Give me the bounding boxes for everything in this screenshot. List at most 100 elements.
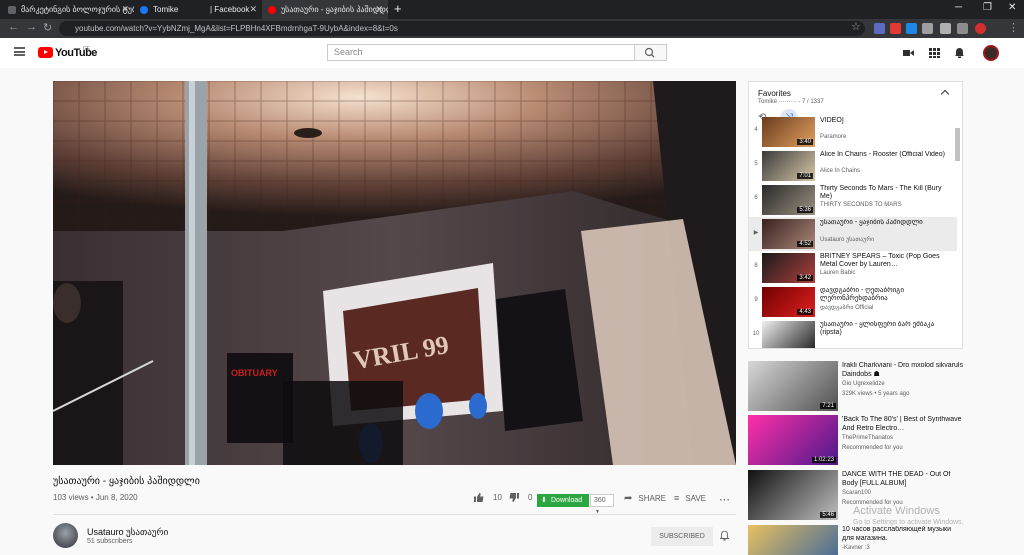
dislike-count: 0 — [528, 493, 533, 502]
playlist-item-title[interactable]: Alice In Chains - Rooster (Official Vide… — [820, 151, 954, 159]
recommendation-channel[interactable]: ThePrimeThanatos — [842, 435, 893, 441]
playlist-item-index: 10 — [752, 331, 760, 337]
playlist-title[interactable]: Favorites — [758, 89, 791, 98]
search-placeholder: Search — [334, 47, 363, 57]
search-input[interactable]: Search — [327, 44, 635, 61]
playlist-item-title[interactable]: BRITNEY SPEARS – Toxic (Pop Goes Metal C… — [820, 253, 954, 269]
forward-icon[interactable]: → — [26, 21, 37, 33]
channel-avatar[interactable] — [53, 523, 78, 548]
playlist-item-thumbnail[interactable]: 3:42 — [762, 253, 815, 283]
menu-dots-icon[interactable]: ⋮ — [1008, 21, 1019, 34]
tab-label: მარკეტინგის ბოლოჯურის ტურ… — [21, 5, 134, 14]
tab-favicon-icon — [8, 5, 16, 14]
playlist-item-channel: Paramore — [820, 134, 847, 140]
recommendation-meta: 329K views • 5 years ago — [842, 391, 910, 397]
recommendation-thumbnail[interactable]: 5:46 — [748, 470, 838, 520]
extension-icon[interactable] — [890, 23, 901, 34]
close-tab-icon[interactable]: ✕ — [121, 4, 129, 15]
recommendation-title[interactable]: DANCE WITH THE DEAD - Out Of Body [FULL … — [842, 471, 964, 488]
maximize-icon[interactable]: ❐ — [983, 2, 992, 13]
browser-tab-1[interactable]: მარკეტინგის ბოლოჯურის ტურ… ✕ — [2, 0, 134, 19]
playlist-item-thumbnail[interactable]: 7:01 — [762, 151, 815, 181]
recommendation-channel[interactable]: -Kavner :3 — [842, 545, 870, 551]
browser-tab-active[interactable]: უსათაური - ყაჯიბის პაშიდდლი ✕ — [262, 0, 388, 19]
playlist-item-thumbnail[interactable]: 5:36 — [762, 185, 815, 215]
collapse-chevron-icon[interactable] — [940, 89, 950, 99]
dislike-button[interactable]: 0 — [509, 493, 532, 502]
playlist-item[interactable]: 9 4:43 დავდგაბრი - ღეთაბრიგი ლერონპრეხდაბრ… — [749, 285, 957, 319]
profile-icon[interactable] — [975, 23, 986, 34]
download-icon: ⬇ — [541, 497, 547, 504]
more-actions-button[interactable]: ⋯ — [719, 493, 730, 506]
address-bar[interactable]: youtube.com/watch?v=YybNZmj_MgA&list=FLP… — [59, 21, 865, 36]
playlist-item-thumbnail[interactable]: 4:52 — [762, 219, 815, 249]
extension-icon[interactable] — [906, 23, 917, 34]
playlist-item-duration: 7:01 — [797, 173, 813, 179]
recommendation-channel[interactable]: Gio Ugrexelidze — [842, 381, 885, 387]
extension-icon[interactable] — [922, 23, 933, 34]
download-button[interactable]: ⬇ Download — [537, 494, 589, 507]
close-tab-icon[interactable]: ✕ — [375, 4, 383, 15]
extension-icon[interactable] — [940, 23, 951, 34]
save-button[interactable]: ≡ SAVE — [674, 493, 706, 503]
playlist-item[interactable]: 5 7:01 Alice In Chains - Rooster (Official… — [749, 149, 957, 183]
apps-grid-icon[interactable] — [929, 48, 940, 58]
recommendation-card[interactable]: 1:02:23 'Back To The 80's' | Best of Synt… — [748, 415, 968, 465]
recommendation-duration: 7:21 — [820, 403, 836, 409]
playlist-item[interactable]: 6 5:36 Thirty Seconds To Mars - The Kill (… — [749, 183, 957, 217]
recommendation-title[interactable]: 10 часов расслабляющей музыки для магази… — [842, 526, 964, 543]
channel-bell-icon[interactable] — [720, 531, 729, 541]
playlist-item-channel: THIRTY SECONDS TO MARS — [820, 202, 902, 208]
share-button[interactable]: ➦ SHARE — [624, 493, 666, 504]
back-icon[interactable]: ← — [8, 21, 19, 33]
playlist-item-thumbnail[interactable]: 4:43 — [762, 287, 815, 317]
recommendation-thumbnail[interactable]: 7:21 — [748, 361, 838, 411]
recommendation-thumbnail[interactable] — [748, 525, 838, 555]
recommendation-channel[interactable]: Scaran100 — [842, 490, 871, 496]
playlist-item-title[interactable]: დავდგაბრი - ღეთაბრიგი ლერონპრეხდაბრია — [820, 287, 954, 303]
playlist-item[interactable]: 10 უსათაური - ყლისფერი ბარ ემბაკა (ripsta… — [749, 319, 957, 348]
browser-tab-2[interactable]: Tomike — [134, 0, 204, 19]
minimize-icon[interactable]: ─ — [955, 2, 962, 13]
playlist-item-title[interactable]: VIDEO] — [820, 117, 954, 125]
browser-tab-3[interactable]: | Facebook ✕ — [204, 0, 262, 19]
video-meta: 103 views • Jun 8, 2020 — [53, 493, 138, 502]
search-button[interactable] — [635, 44, 667, 61]
bookmark-star-icon[interactable]: ☆ — [851, 20, 861, 33]
recommendation-card[interactable]: 10 часов расслабляющей музыки для магази… — [748, 525, 968, 555]
close-window-icon[interactable]: ✕ — [1008, 2, 1016, 13]
playlist-panel: Favorites Tomike ········· - 7 / 1337 ⟲ … — [748, 81, 963, 349]
recommendation-thumbnail[interactable]: 1:02:23 — [748, 415, 838, 465]
youtube-favicon-icon — [268, 5, 276, 14]
subscribed-button[interactable]: SUBSCRIBED — [651, 527, 713, 546]
account-avatar[interactable] — [983, 45, 999, 61]
video-player[interactable]: VRIL 99 OBITUARY — [53, 81, 736, 465]
notifications-bell-icon[interactable] — [954, 48, 965, 58]
youtube-logo-icon[interactable] — [38, 47, 53, 58]
playlist-item-title[interactable]: Thirty Seconds To Mars - The Kill (Bury … — [820, 185, 954, 201]
facebook-icon — [140, 5, 148, 14]
playlist-item[interactable]: 8 3:42 BRITNEY SPEARS – Toxic (Pop Goes Me… — [749, 251, 957, 285]
recommendation-title[interactable]: Irakli Charkviani - Dro mxolod sikvaruls… — [842, 362, 964, 379]
youtube-logo-text[interactable]: YouTube — [55, 47, 97, 59]
puzzle-icon[interactable] — [957, 23, 968, 34]
playlist-item-thumbnail[interactable] — [762, 321, 815, 348]
hamburger-menu-icon[interactable] — [14, 47, 25, 56]
recommendation-card[interactable]: 7:21 Irakli Charkviani - Dro mxolod sikva… — [748, 361, 968, 411]
playlist-item-title[interactable]: უსათაური - ყლისფერი ბარ ემბაკა (ripsta) — [820, 321, 954, 337]
recommendation-title[interactable]: 'Back To The 80's' | Best of Synthwave A… — [842, 416, 964, 433]
playlist-item-thumbnail[interactable]: 3:40 — [762, 117, 815, 147]
extension-icon[interactable] — [874, 23, 885, 34]
playlist-item[interactable]: 4 3:40 VIDEO] Paramore — [749, 115, 957, 149]
create-video-icon[interactable] — [903, 48, 914, 58]
like-button[interactable]: 10 — [474, 493, 502, 502]
playlist-scrollbar[interactable] — [955, 128, 960, 161]
close-tab-icon[interactable]: ✕ — [249, 4, 257, 15]
quality-select[interactable]: 360 ▼ — [590, 494, 614, 515]
new-tab-button[interactable]: + — [394, 1, 402, 16]
playlist-item-title[interactable]: უსათაური - ყაჯიბის პაშიდდლი — [820, 219, 954, 227]
reload-icon[interactable]: ↻ — [43, 21, 52, 34]
share-label: SHARE — [638, 494, 666, 503]
channel-name[interactable]: Usatauro უსათაური — [87, 527, 168, 538]
playlist-item[interactable]: ▶ 4:52 უსათაური - ყაჯიბის პაშიდდლი Usatauro… — [749, 217, 957, 251]
